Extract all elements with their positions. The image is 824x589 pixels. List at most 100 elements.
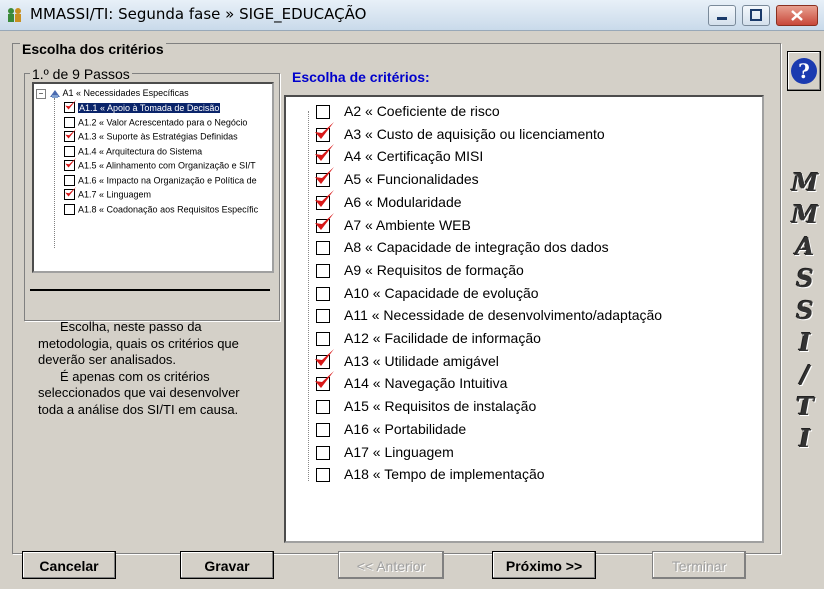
criteria-label: A9 « Requisitos de formação — [344, 261, 524, 278]
criteria-item[interactable]: A11 « Necessidade de desenvolvimento/ada… — [286, 305, 756, 327]
criteria-list[interactable]: A2 « Coeficiente de risco A3 « Custo de a… — [284, 95, 764, 543]
criteria-checkbox[interactable] — [316, 422, 330, 437]
close-button[interactable] — [776, 5, 818, 26]
maximize-button[interactable] — [742, 5, 770, 26]
criteria-item[interactable]: A8 « Capacidade de integração dos dados — [286, 237, 756, 259]
criteria-checkbox[interactable] — [315, 121, 334, 142]
tree-root-label: A1 « Necessidades Específicas — [62, 88, 189, 98]
tree-item-checkbox[interactable] — [64, 157, 77, 172]
criteria-label: A5 « Funcionalidades — [344, 171, 479, 188]
criteria-label: A6 « Modularidade — [344, 193, 462, 210]
criteria-label: A13 « Utilidade amigável — [344, 352, 499, 369]
criteria-checkbox[interactable] — [315, 167, 334, 188]
description-paragraph-1: Escolha, neste passo da metodologia, qua… — [38, 319, 239, 367]
cancel-button[interactable]: Cancelar — [22, 551, 116, 579]
criteria-label: A14 « Navegação Intuitiva — [344, 375, 508, 392]
criteria-label: A16 « Portabilidade — [344, 420, 467, 437]
tree-item-checkbox[interactable] — [64, 174, 75, 186]
criteria-item[interactable]: A7 « Ambiente WEB — [286, 212, 756, 237]
criteria-item[interactable]: A9 « Requisitos de formação — [286, 260, 756, 282]
logo-letter: T — [796, 392, 814, 421]
criteria-checkbox[interactable] — [316, 105, 330, 119]
tree-item-checkbox[interactable] — [64, 203, 75, 215]
criteria-item[interactable]: A5 « Funcionalidades — [286, 167, 756, 191]
logo-letter: I — [799, 328, 811, 357]
tree-item-label: A1.2 « Valor Acrescentado para o Negócio — [78, 117, 248, 128]
criteria-label: A7 « Ambiente WEB — [344, 216, 471, 233]
criteria-label: A18 « Tempo de implementação — [344, 466, 545, 483]
red-check-icon — [315, 371, 334, 389]
help-button[interactable]: ? — [787, 51, 821, 91]
steps-title: 1.º de 9 Passos — [30, 66, 132, 82]
red-check-icon — [65, 157, 77, 168]
criteria-title: Escolha de critérios: — [292, 69, 430, 85]
criteria-checkbox[interactable] — [316, 445, 330, 460]
criteria-item[interactable]: A18 « Tempo de implementação — [286, 464, 756, 486]
collapse-icon[interactable]: − — [36, 88, 46, 99]
tree-item-checkbox[interactable] — [64, 116, 75, 128]
needs-tree[interactable]: − A1 « Necessidades Específicas A1.1 « A… — [32, 82, 274, 273]
criteria-label: A17 « Linguagem — [344, 443, 454, 460]
criteria-checkbox[interactable] — [315, 144, 334, 165]
tree-root[interactable]: − A1 « Necessidades Específicas — [36, 88, 189, 99]
tree-item[interactable]: A1.1 « Apoio à Tomada de Decisão — [64, 99, 221, 114]
mmassi-logo: M M A S S I / T I — [790, 167, 820, 455]
criteria-checkbox[interactable] — [315, 348, 334, 369]
help-icon: ? — [791, 58, 817, 84]
criteria-checkbox[interactable] — [316, 332, 330, 346]
title-bar: MMASSI/TI: Segunda fase » SIGE_EDUCAÇÃO — [0, 0, 824, 31]
tree-item-label: A1.1 « Apoio à Tomada de Decisão — [78, 102, 221, 113]
criteria-item[interactable]: A15 « Requisitos de instalação — [286, 396, 756, 418]
finish-button[interactable]: Terminar — [652, 551, 746, 579]
criteria-item[interactable]: A2 « Coeficiente de risco — [286, 101, 756, 123]
criteria-checkbox[interactable] — [316, 468, 330, 483]
criteria-item[interactable]: A10 « Capacidade de evolução — [286, 283, 756, 305]
criteria-item[interactable]: A14 « Navegação Intuitiva — [286, 371, 756, 395]
criteria-item[interactable]: A4 « Certificação MISI — [286, 144, 756, 168]
tree-item[interactable]: A1.4 « Arquitectura do Sistema — [64, 144, 202, 158]
criteria-checkbox[interactable] — [316, 286, 330, 301]
criteria-label: A8 « Capacidade de integração dos dados — [344, 239, 609, 256]
tree-item-checkbox[interactable] — [64, 145, 75, 157]
criteria-label: A12 « Facilidade de informação — [344, 330, 541, 346]
tree-item-checkbox[interactable] — [64, 128, 77, 143]
tree-item[interactable]: A1.5 « Alinhamento com Organização e SI/… — [64, 157, 256, 172]
tree-item[interactable]: A1.6 « Impacto na Organização e Política… — [64, 173, 257, 187]
red-check-icon — [315, 121, 334, 139]
previous-button[interactable]: << Anterior — [338, 551, 444, 579]
criteria-item[interactable]: A17 « Linguagem — [286, 442, 756, 464]
tree-item[interactable]: A1.2 « Valor Acrescentado para o Negócio — [64, 115, 247, 129]
separator-line — [30, 289, 270, 291]
criteria-checkbox[interactable] — [316, 241, 330, 256]
criteria-label: A4 « Certificação MISI — [344, 148, 484, 165]
tree-item[interactable]: A1.7 « Linguagem — [64, 186, 151, 201]
dialog-client: Escolha dos critérios 1.º de 9 Passos − … — [0, 31, 824, 589]
logo-letter: M — [791, 168, 819, 197]
criteria-item[interactable]: A6 « Modularidade — [286, 189, 756, 214]
red-check-icon — [315, 348, 334, 366]
app-people-icon — [6, 6, 24, 24]
save-button[interactable]: Gravar — [180, 551, 274, 579]
red-check-icon — [65, 186, 77, 197]
criteria-checkbox[interactable] — [315, 371, 334, 392]
tree-item-checkbox[interactable] — [64, 186, 77, 201]
criteria-item[interactable]: A13 « Utilidade amigável — [286, 348, 756, 373]
criteria-checkbox[interactable] — [316, 263, 330, 278]
tree-item[interactable]: A1.8 « Coadonação aos Requisitos Específ… — [64, 202, 258, 216]
criteria-checkbox[interactable] — [315, 189, 334, 210]
tree-item-checkbox[interactable] — [64, 99, 77, 114]
criteria-label: A2 « Coeficiente de risco — [344, 103, 500, 119]
next-button[interactable]: Próximo >> — [492, 551, 596, 579]
minimize-button[interactable] — [708, 5, 736, 26]
criteria-item[interactable]: A16 « Portabilidade — [286, 419, 756, 441]
criteria-checkbox[interactable] — [316, 400, 330, 415]
criteria-item[interactable]: A12 « Facilidade de informação — [286, 328, 756, 350]
svg-text:?: ? — [798, 59, 810, 83]
tree-item[interactable]: A1.3 « Suporte às Estratégias Definidas — [64, 128, 238, 143]
tree-connector — [54, 98, 55, 248]
criteria-label: A11 « Necessidade de desenvolvimento/ada… — [344, 307, 663, 324]
criteria-checkbox[interactable] — [315, 212, 334, 233]
criteria-checkbox[interactable] — [316, 309, 330, 324]
red-check-icon — [65, 128, 77, 139]
criteria-item[interactable]: A3 « Custo de aquisição ou licenciamento — [286, 121, 756, 146]
